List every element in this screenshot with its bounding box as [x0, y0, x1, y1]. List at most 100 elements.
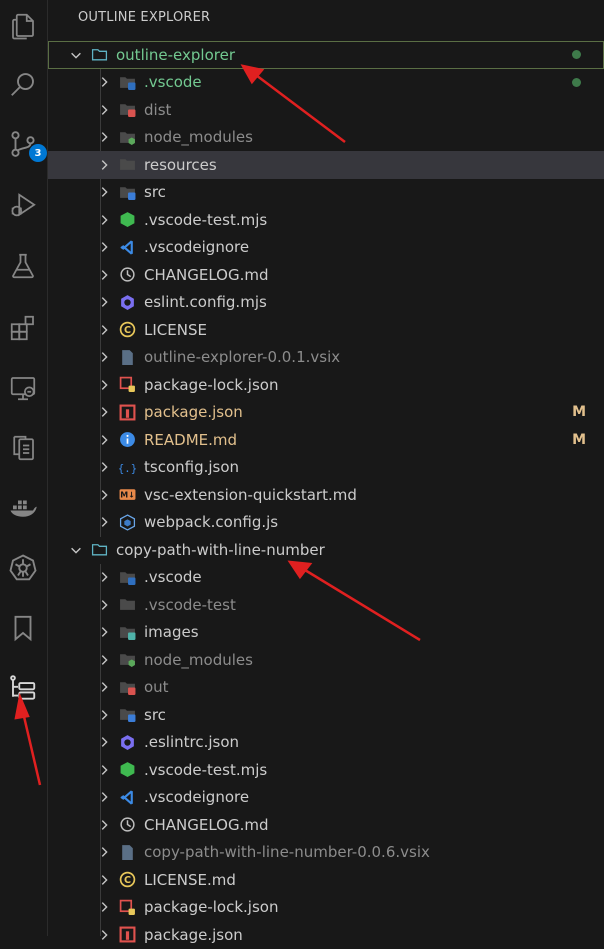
- chevron-down-icon[interactable]: [68, 542, 84, 558]
- tree-file-.vscodeignore[interactable]: .vscodeignore: [48, 234, 604, 262]
- explorer-files-icon[interactable]: [5, 8, 41, 44]
- tree-file-outline-explorer-0.0.1.vsix[interactable]: outline-explorer-0.0.1.vsix: [48, 344, 604, 372]
- git-status-badge: M: [572, 431, 586, 448]
- chevron-right-icon[interactable]: [96, 267, 112, 283]
- tree-folder-src[interactable]: src: [48, 179, 604, 207]
- tree-root-outline-explorer[interactable]: outline-explorer: [48, 41, 604, 69]
- bookmark-icon[interactable]: [5, 610, 41, 646]
- tree-item-label: vsc-extension-quickstart.md: [144, 485, 357, 504]
- chevron-right-icon[interactable]: [96, 762, 112, 778]
- chevron-right-icon[interactable]: [96, 212, 112, 228]
- tree-item-label: LICENSE.md: [144, 870, 236, 889]
- chevron-right-icon[interactable]: [96, 459, 112, 475]
- chevron-right-icon[interactable]: [96, 102, 112, 118]
- tree-file-.vscode-test.mjs[interactable]: .vscode-test.mjs: [48, 206, 604, 234]
- tree-folder-out[interactable]: out: [48, 674, 604, 702]
- tree-folder-src[interactable]: src: [48, 701, 604, 729]
- tree-item-label: copy-path-with-line-number: [116, 540, 325, 559]
- chevron-right-icon[interactable]: [96, 487, 112, 503]
- tree-folder-.vscode-test[interactable]: .vscode-test: [48, 591, 604, 619]
- tree-item-label: outline-explorer-0.0.1.vsix: [144, 348, 341, 367]
- tree-file-CHANGELOG.md[interactable]: CHANGELOG.md: [48, 811, 604, 839]
- tree-file-.vscodeignore[interactable]: .vscodeignore: [48, 784, 604, 812]
- tree-folder-node_modules[interactable]: node_modules: [48, 646, 604, 674]
- tree-folder-dist[interactable]: dist: [48, 96, 604, 124]
- tree-file-package-lock.json[interactable]: package-lock.json: [48, 894, 604, 922]
- chevron-right-icon[interactable]: [96, 514, 112, 530]
- search-icon[interactable]: [5, 66, 41, 102]
- tree-file-package.json[interactable]: package.json: [48, 921, 604, 949]
- chevron-right-icon[interactable]: [96, 624, 112, 640]
- extensions-icon[interactable]: [5, 310, 41, 346]
- chevron-right-icon[interactable]: [96, 129, 112, 145]
- remote-explorer-icon[interactable]: [5, 370, 41, 406]
- tree-folder-images[interactable]: images: [48, 619, 604, 647]
- clipboard-compare-icon[interactable]: [5, 430, 41, 466]
- chevron-right-icon[interactable]: [96, 679, 112, 695]
- tree-folder-.vscode[interactable]: .vscode: [48, 564, 604, 592]
- tree-file-copy-path-with-line-number-0.0.6.vsix[interactable]: copy-path-with-line-number-0.0.6.vsix: [48, 839, 604, 867]
- chevron-right-icon[interactable]: [96, 844, 112, 860]
- info-icon: [118, 431, 136, 449]
- tree-folder-node_modules[interactable]: node_modules: [48, 124, 604, 152]
- chevron-down-icon[interactable]: [68, 47, 84, 63]
- chevron-right-icon[interactable]: [96, 597, 112, 613]
- chevron-right-icon[interactable]: [96, 734, 112, 750]
- tree-item-label: resources: [144, 155, 217, 174]
- tree-item-label: .vscode: [144, 568, 202, 587]
- chevron-right-icon[interactable]: [96, 377, 112, 393]
- chevron-right-icon[interactable]: [96, 74, 112, 90]
- chevron-right-icon[interactable]: [96, 404, 112, 420]
- chevron-right-icon[interactable]: [96, 569, 112, 585]
- kubernetes-icon[interactable]: [5, 550, 41, 586]
- outline-explorer-icon[interactable]: [5, 670, 41, 706]
- chevron-right-icon[interactable]: [96, 349, 112, 365]
- chevron-right-icon[interactable]: [96, 294, 112, 310]
- chevron-right-icon[interactable]: [96, 817, 112, 833]
- svg-text:M↓: M↓: [120, 491, 135, 500]
- chevron-right-icon[interactable]: [96, 707, 112, 723]
- tree-file-vsc-extension-quickstart.md[interactable]: M↓ vsc-extension-quickstart.md: [48, 481, 604, 509]
- tree-file-eslint.config.mjs[interactable]: eslint.config.mjs: [48, 289, 604, 317]
- tree-folder-.vscode[interactable]: .vscode: [48, 69, 604, 97]
- svg-text:{.}: {.}: [119, 462, 136, 475]
- tree-file-tsconfig.json[interactable]: {.} tsconfig.json: [48, 454, 604, 482]
- tree-item-label: webpack.config.js: [144, 513, 279, 532]
- chevron-right-icon[interactable]: [96, 872, 112, 888]
- chevron-right-icon[interactable]: [96, 899, 112, 915]
- svg-text:C: C: [123, 325, 130, 336]
- tree-file-.eslintrc.json[interactable]: .eslintrc.json: [48, 729, 604, 757]
- tree-root-copy-path-with-line-number[interactable]: copy-path-with-line-number: [48, 536, 604, 564]
- tree-file-webpack.config.js[interactable]: webpack.config.js: [48, 509, 604, 537]
- tree-file-.vscode-test.mjs[interactable]: .vscode-test.mjs: [48, 756, 604, 784]
- tree-item-label: dist: [144, 100, 172, 119]
- root-folder-icon: [90, 46, 108, 64]
- folder-src-icon: [118, 706, 136, 724]
- chevron-right-icon[interactable]: [96, 322, 112, 338]
- tree-file-README.md[interactable]: README.md M: [48, 426, 604, 454]
- markdown-icon: M↓: [118, 486, 136, 504]
- folder-icon: [118, 156, 136, 174]
- source-control-icon[interactable]: 3: [5, 126, 47, 162]
- svg-text:C: C: [123, 875, 130, 886]
- chevron-right-icon[interactable]: [96, 184, 112, 200]
- tree-file-package-lock.json[interactable]: package-lock.json: [48, 371, 604, 399]
- node-hexagon-icon: [118, 761, 136, 779]
- chevron-right-icon[interactable]: [96, 432, 112, 448]
- tree-item-label: node_modules: [144, 650, 253, 669]
- tree-file-CHANGELOG.md[interactable]: CHANGELOG.md: [48, 261, 604, 289]
- tree-file-package.json[interactable]: package.json M: [48, 399, 604, 427]
- tree-folder-resources[interactable]: resources: [48, 151, 604, 179]
- chevron-right-icon[interactable]: [96, 157, 112, 173]
- tree-item-label: images: [144, 623, 199, 642]
- chevron-right-icon[interactable]: [96, 789, 112, 805]
- chevron-right-icon[interactable]: [96, 239, 112, 255]
- chevron-right-icon[interactable]: [96, 652, 112, 668]
- eslint-icon: [118, 733, 136, 751]
- docker-icon[interactable]: [5, 490, 41, 526]
- run-debug-icon[interactable]: [5, 188, 41, 224]
- tree-file-LICENSE[interactable]: C LICENSE: [48, 316, 604, 344]
- testing-flask-icon[interactable]: [5, 248, 41, 284]
- chevron-right-icon[interactable]: [96, 927, 112, 943]
- tree-file-LICENSE.md[interactable]: C LICENSE.md: [48, 866, 604, 894]
